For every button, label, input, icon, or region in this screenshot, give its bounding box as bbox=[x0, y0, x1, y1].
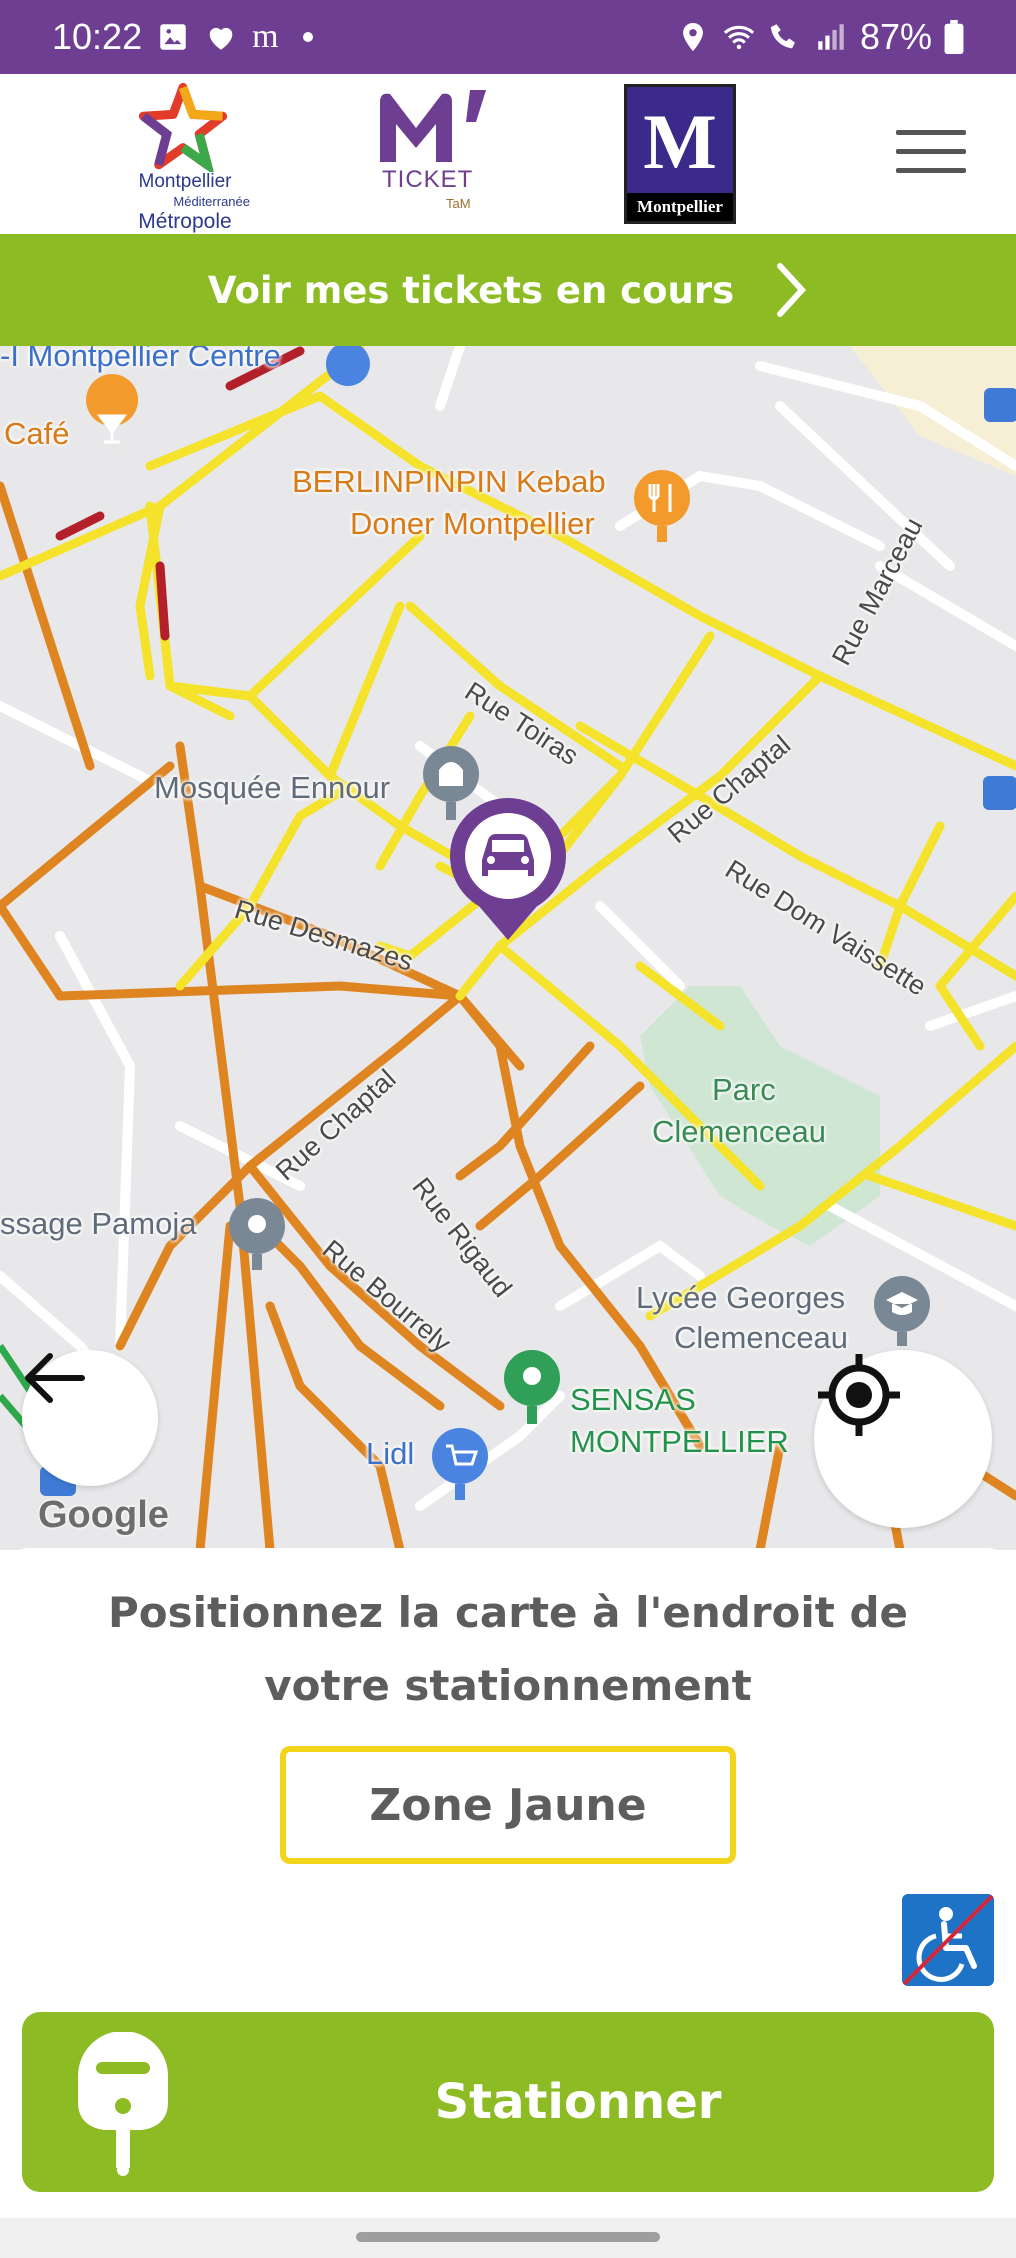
midi-libre-icon: m bbox=[252, 18, 279, 55]
metropole-line2: Méditerranée bbox=[173, 194, 250, 209]
google-logo: Google bbox=[38, 1494, 169, 1536]
app-header: Montpellier Méditerranée Métropole TICKE… bbox=[0, 74, 1016, 234]
map-label-kebab-1: BERLINPINPIN Kebab bbox=[292, 464, 606, 499]
wifi-icon bbox=[723, 25, 755, 50]
notification-dot-icon bbox=[302, 32, 313, 42]
montpellier-logo-caption: Montpellier bbox=[627, 193, 733, 221]
map-label-passage: ssage Pamoja bbox=[0, 1206, 197, 1241]
metropole-line1: Montpellier bbox=[138, 171, 232, 192]
disabled-parking-toggle[interactable] bbox=[902, 1894, 994, 1986]
tam-text: TaM bbox=[446, 196, 471, 211]
mticket-logo: TICKET TaM bbox=[372, 88, 512, 228]
map-view[interactable]: -I Montpellier Centre Café BERLINPINPIN … bbox=[0, 346, 1016, 1550]
battery-percent: 87% bbox=[859, 16, 932, 57]
map-label-station: -I Montpellier Centre bbox=[0, 346, 281, 373]
system-nav-bar bbox=[0, 2218, 1016, 2258]
map-label-parc-1: Parc bbox=[712, 1072, 776, 1107]
star-logo-icon bbox=[138, 82, 228, 172]
back-button[interactable] bbox=[22, 1350, 158, 1486]
m-logo-icon bbox=[380, 90, 486, 162]
wheelchair-crossed-icon bbox=[902, 1894, 994, 1986]
montpellier-logo: M Montpellier bbox=[624, 84, 736, 224]
map-label-kebab-2: Doner Montpellier bbox=[350, 506, 595, 541]
hamburger-icon[interactable] bbox=[896, 130, 966, 180]
current-tickets-label: Voir mes tickets en cours bbox=[207, 268, 735, 312]
heart-icon bbox=[209, 27, 233, 50]
montpellier-logo-letter: M bbox=[643, 98, 717, 185]
wifi-call-icon bbox=[770, 24, 795, 49]
current-tickets-banner[interactable]: Voir mes tickets en cours bbox=[0, 234, 1016, 346]
battery-icon bbox=[944, 20, 964, 54]
map-label-mosque: Mosquée Ennour bbox=[154, 770, 391, 805]
signal-icon bbox=[818, 24, 844, 50]
map-label-sensas-1: SENSAS bbox=[570, 1382, 696, 1417]
parking-meter-icon bbox=[78, 2032, 168, 2176]
park-button-label: Stationner bbox=[434, 2074, 722, 2130]
recenter-button[interactable] bbox=[814, 1350, 992, 1528]
bottom-panel: Positionnez la carte à l'endroit de votr… bbox=[0, 1548, 1016, 2218]
metropole-logo: Montpellier Méditerranée Métropole bbox=[100, 82, 260, 232]
mticket-text: TICKET bbox=[382, 166, 474, 193]
map-label-lidl: Lidl bbox=[366, 1436, 415, 1471]
instruction-text: Positionnez la carte à l'endroit de votr… bbox=[107, 1588, 909, 1710]
map-label-sensas-2: MONTPELLIER bbox=[570, 1424, 789, 1459]
map-label-cafe: Café bbox=[4, 416, 70, 451]
status-time: 10:22 bbox=[52, 16, 143, 57]
home-gesture-handle[interactable] bbox=[356, 2232, 660, 2242]
chevron-right-icon bbox=[777, 263, 807, 317]
crosshair-icon bbox=[818, 1354, 900, 1436]
park-button[interactable]: Stationner bbox=[22, 2012, 994, 2192]
gallery-icon bbox=[160, 24, 186, 50]
status-bar: 10:22 m 87% bbox=[0, 0, 1016, 74]
location-icon bbox=[683, 22, 703, 52]
arrow-left-icon bbox=[25, 1353, 85, 1403]
zone-button[interactable]: Zone Jaune bbox=[280, 1746, 736, 1864]
metropole-line3: Métropole bbox=[138, 210, 232, 233]
map-label-parc-2: Clemenceau bbox=[652, 1114, 827, 1149]
map-label-lycee-1: Lycée Georges bbox=[636, 1280, 846, 1315]
